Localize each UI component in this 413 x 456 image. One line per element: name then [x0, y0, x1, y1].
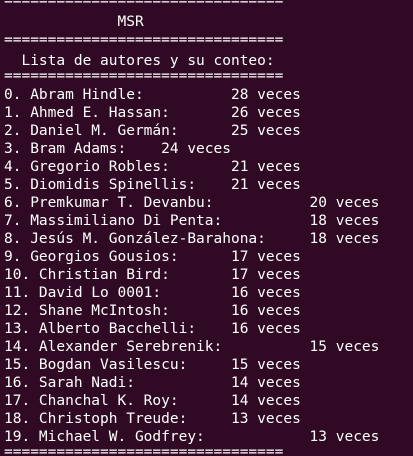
author-line: 10. Christian Bird: 17 veces	[4, 267, 301, 283]
author-line: 2. Daniel M. Germán: 25 veces	[4, 123, 301, 139]
author-line: 4. Gregorio Robles: 21 veces	[4, 159, 301, 175]
author-line: 18. Christoph Treude: 13 veces	[4, 411, 301, 427]
author-line: 7. Massimiliano Di Penta: 18 veces	[4, 213, 380, 229]
terminal-window[interactable]: ================================ MSR ===…	[0, 0, 413, 456]
author-line: 14. Alexander Serebrenik: 15 veces	[4, 339, 380, 355]
author-line: 13. Alberto Bacchelli: 16 veces	[4, 321, 301, 337]
author-line: 8. Jesús M. González-Barahona: 18 veces	[4, 231, 380, 247]
separator-line: ================================	[4, 68, 284, 84]
author-line: 1. Ahmed E. Hassan: 26 veces	[4, 105, 301, 121]
author-line: 17. Chanchal K. Roy: 14 veces	[4, 393, 301, 409]
author-line: 3. Bram Adams: 24 veces	[4, 141, 231, 157]
separator-line: ================================	[4, 444, 284, 456]
author-line: 6. Premkumar T. Devanbu: 20 veces	[4, 195, 380, 211]
author-line: 9. Georgios Gousios: 17 veces	[4, 249, 301, 265]
author-line: 15. Bogdan Vasilescu: 15 veces	[4, 357, 301, 373]
author-line: 0. Abram Hindle: 28 veces	[4, 87, 301, 103]
separator-line: ================================	[4, 0, 284, 9]
author-line: 11. David Lo 0001: 16 veces	[4, 285, 301, 301]
author-line: 12. Shane McIntosh: 16 veces	[4, 303, 301, 319]
author-line: 5. Diomidis Spinellis: 21 veces	[4, 177, 301, 193]
separator-line: ================================	[4, 32, 284, 48]
author-line: 16. Sarah Nadi: 14 veces	[4, 375, 301, 391]
title-line: MSR	[4, 14, 144, 30]
